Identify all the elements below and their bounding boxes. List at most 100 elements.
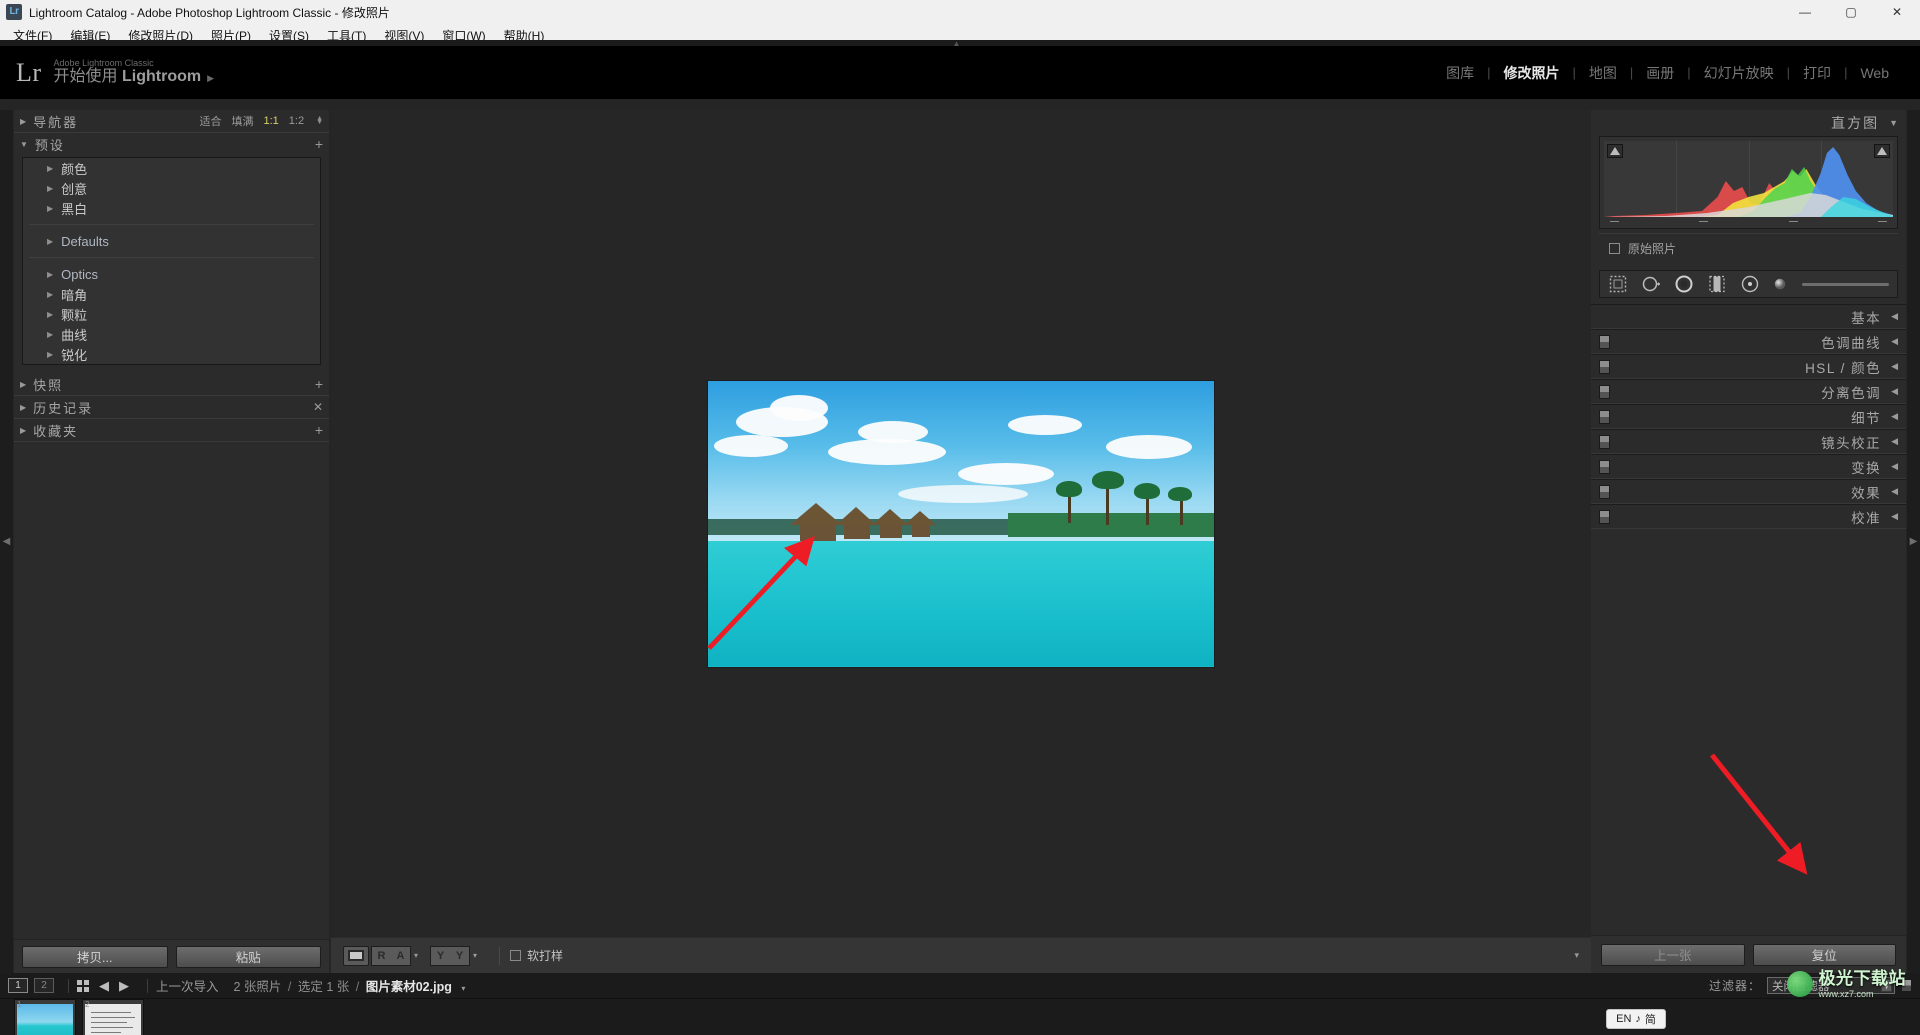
section-lens-corrections[interactable]: 镜头校正 ◀ (1591, 429, 1906, 454)
zoom-fill[interactable]: 填满 (231, 113, 253, 129)
section-effects[interactable]: 效果 ◀ (1591, 479, 1906, 504)
add-snapshot-icon[interactable]: + (315, 377, 323, 391)
module-develop[interactable]: 修改照片 (1491, 63, 1573, 83)
chevron-left-icon: ◀ (1891, 461, 1898, 471)
maximize-button[interactable]: ▢ (1828, 0, 1874, 24)
section-enable-switch[interactable] (1599, 509, 1610, 524)
preset-group-defaults[interactable]: ▶ Defaults (23, 231, 320, 251)
left-panel-collapse[interactable]: ◀ (0, 110, 13, 973)
divider (147, 978, 148, 993)
module-map[interactable]: 地图 (1576, 63, 1630, 83)
loupe-view-icon[interactable] (343, 945, 369, 966)
yy-compare-group[interactable]: Y Y ▾ (430, 945, 483, 966)
brush-size-slider[interactable] (1802, 282, 1889, 286)
previous-button[interactable]: 上一张 (1601, 943, 1745, 966)
identity-logo[interactable]: Lr (16, 58, 42, 88)
module-book[interactable]: 画册 (1633, 63, 1687, 83)
section-enable-switch[interactable] (1599, 459, 1610, 474)
graduated-filter-icon[interactable] (1707, 274, 1727, 294)
soft-proof-checkbox[interactable] (510, 950, 522, 961)
before-after-icon[interactable]: R A (371, 945, 411, 966)
preset-group-bw[interactable]: ▶ 黑白 (23, 198, 320, 218)
add-preset-icon[interactable]: + (315, 137, 323, 151)
preset-group-grain[interactable]: ▶ 颗粒 (23, 304, 320, 324)
chevron-right-icon: ▶ (47, 183, 54, 193)
before-after-group[interactable]: R A ▾ (371, 945, 424, 966)
copy-button[interactable]: 拷贝... (22, 945, 168, 968)
spot-removal-icon[interactable] (1641, 274, 1661, 294)
section-enable-switch[interactable] (1599, 484, 1610, 499)
section-transform[interactable]: 变换 ◀ (1591, 454, 1906, 479)
preset-group-creative[interactable]: ▶ 创意 (23, 178, 320, 198)
thumbnail-item[interactable]: 1 (14, 999, 76, 1035)
crop-tool-icon[interactable] (1608, 274, 1628, 294)
identity-title: 开始使用 Lightroom ▶ (54, 68, 214, 86)
zoom-stepper[interactable]: ▲ ▼ (316, 115, 323, 126)
section-enable-switch[interactable] (1599, 409, 1610, 424)
paste-button[interactable]: 粘贴 (175, 945, 321, 968)
identity-plate[interactable]: Adobe Lightroom Classic 开始使用 Lightroom ▶ (54, 58, 214, 87)
add-collection-icon[interactable]: + (315, 423, 323, 437)
history-header[interactable]: ▶ 历史记录 ✕ (14, 396, 329, 418)
preset-group-curve[interactable]: ▶ 曲线 (23, 324, 320, 344)
photo-preview[interactable] (707, 379, 1215, 668)
section-enable-switch[interactable] (1599, 434, 1610, 449)
screen-2-button[interactable]: 2 (34, 978, 54, 993)
section-enable-switch[interactable] (1599, 384, 1610, 399)
red-eye-icon[interactable] (1674, 274, 1694, 294)
minimize-button[interactable]: — (1782, 0, 1828, 24)
presets-header[interactable]: ▼ 预设 + (14, 133, 329, 155)
adjustment-brush-icon[interactable] (1773, 274, 1787, 294)
thumbnail-item[interactable]: 2 (82, 999, 144, 1035)
module-print[interactable]: 打印 (1790, 63, 1844, 83)
thumbnail-index: 2 (85, 1000, 90, 1009)
preset-group-sharpening[interactable]: ▶ 锐化 (23, 344, 320, 364)
section-hsl-color[interactable]: HSL / 颜色 ◀ (1591, 354, 1906, 379)
radial-filter-icon[interactable] (1740, 274, 1760, 294)
screen-1-button[interactable]: 1 (8, 978, 28, 993)
preset-group-vignette[interactable]: ▶ 暗角 (23, 284, 320, 304)
chevron-down-icon[interactable]: ▾ (414, 951, 418, 960)
chevron-down-icon[interactable]: ▾ (473, 951, 477, 960)
histogram-header[interactable]: 直方图 ▼ (1591, 110, 1906, 136)
zoom-1-1[interactable]: 1:1 (263, 115, 278, 127)
module-web[interactable]: Web (1847, 65, 1902, 81)
section-calibration[interactable]: 校准 ◀ (1591, 504, 1906, 529)
preset-group-label: Optics (61, 266, 98, 282)
photo-count: 2 张照片 (233, 980, 282, 994)
right-panel-collapse[interactable]: ▶ (1907, 110, 1920, 973)
section-enable-switch[interactable] (1599, 359, 1610, 374)
section-detail[interactable]: 细节 ◀ (1591, 404, 1906, 429)
module-slideshow[interactable]: 幻灯片放映 (1691, 63, 1787, 83)
navigator-header[interactable]: ▶ 导航器 适合 填满 1:1 1:2 ▲ ▼ (14, 110, 329, 132)
zoom-1-2[interactable]: 1:2 (289, 115, 304, 127)
grid-view-icon[interactable] (77, 979, 89, 992)
clear-history-icon[interactable]: ✕ (313, 400, 323, 414)
snapshots-header[interactable]: ▶ 快照 + (14, 373, 329, 395)
filmstrip-breadcrumb[interactable]: 上一次导入 2 张照片 / 选定 1 张 / 图片素材02.jpg ▾ (156, 976, 465, 995)
section-tone-curve[interactable]: 色调曲线 ◀ (1591, 329, 1906, 354)
collections-header[interactable]: ▶ 收藏夹 + (14, 419, 329, 441)
preset-group-color[interactable]: ▶ 颜色 (23, 158, 320, 178)
section-basic[interactable]: 基本 ◀ (1591, 304, 1906, 329)
ime-indicator[interactable]: EN ♪ 简 (1606, 1009, 1666, 1029)
photo-viewport[interactable] (331, 110, 1591, 937)
module-picker: 图库 | 修改照片 | 地图 | 画册 | 幻灯片放映 | 打印 | Web (1433, 63, 1902, 83)
close-button[interactable]: ✕ (1874, 0, 1920, 24)
chevron-down-icon[interactable]: ▾ (461, 984, 465, 993)
reset-button[interactable]: 复位 (1752, 943, 1896, 966)
original-photo-checkbox[interactable] (1609, 243, 1620, 254)
section-enable-switch[interactable] (1599, 334, 1610, 349)
original-photo-row[interactable]: 原始照片 (1599, 233, 1898, 264)
shadow-clipping-indicator[interactable] (1607, 144, 1623, 158)
module-library[interactable]: 图库 (1433, 63, 1487, 83)
next-photo-icon[interactable]: ▶ (119, 978, 129, 994)
highlight-clipping-indicator[interactable] (1874, 144, 1890, 158)
yy-compare-icon[interactable]: Y Y (430, 945, 471, 966)
previous-photo-icon[interactable]: ◀ (99, 978, 109, 994)
zoom-fit[interactable]: 适合 (199, 113, 221, 129)
preset-group-optics[interactable]: ▶ Optics (23, 264, 320, 284)
toolbar-options-caret-icon[interactable]: ▾ (1574, 950, 1579, 961)
section-split-toning[interactable]: 分离色调 ◀ (1591, 379, 1906, 404)
histogram-graph[interactable] (1604, 141, 1893, 217)
